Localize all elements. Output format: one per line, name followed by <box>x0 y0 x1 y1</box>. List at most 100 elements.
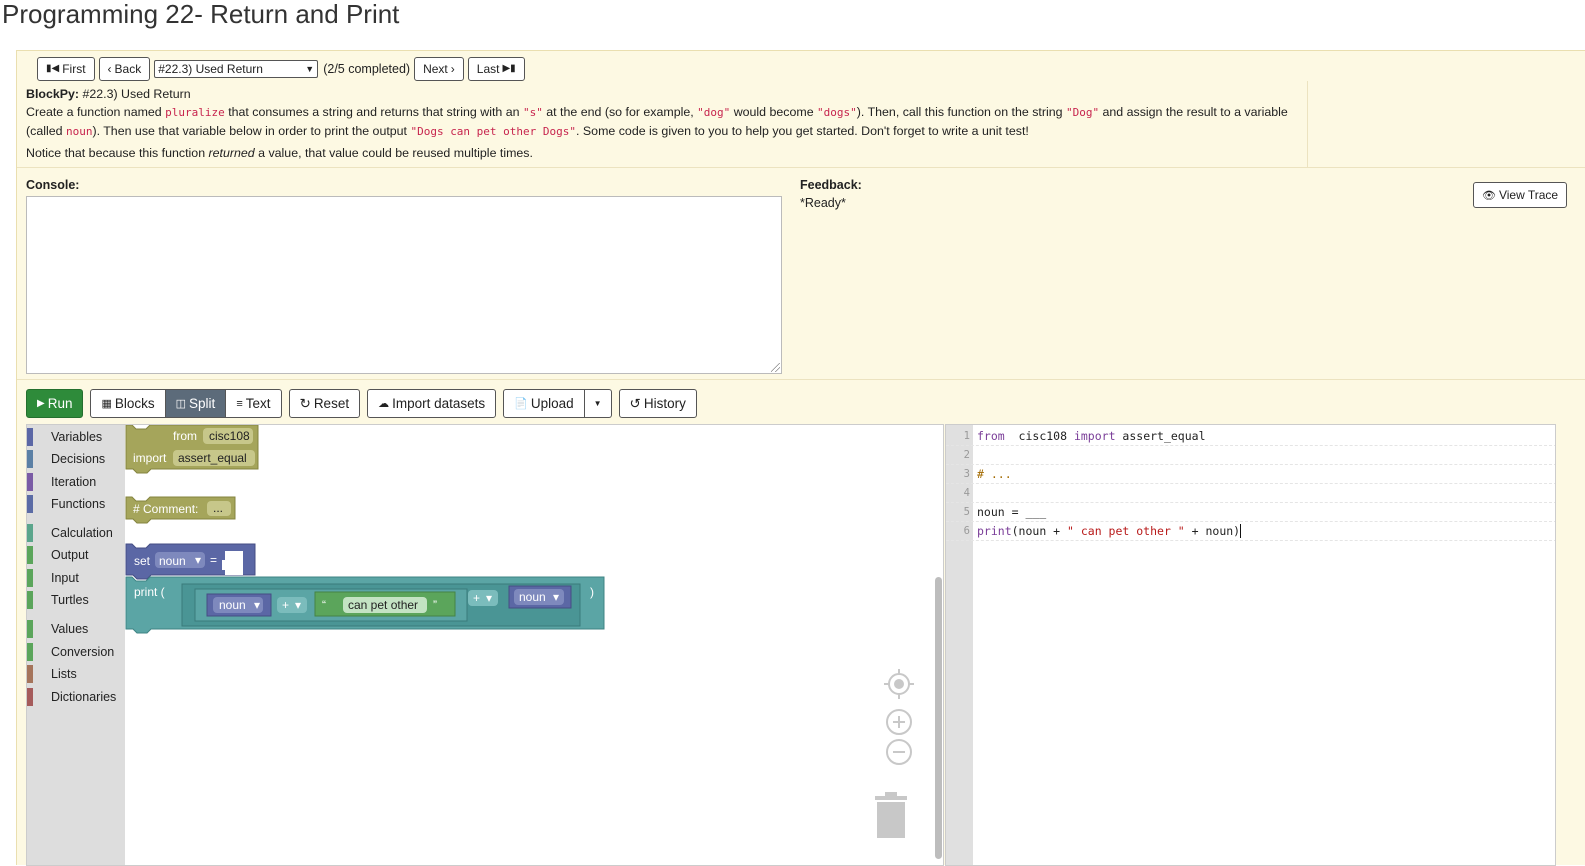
zoom-in-icon[interactable] <box>886 709 912 735</box>
category-color-swatch <box>27 643 33 661</box>
history-button[interactable]: ↺ History <box>618 389 697 418</box>
block-toolbox: Variables Decisions Iteration Functions Calc… <box>27 425 125 865</box>
back-button[interactable]: ‹ Back <box>98 56 151 81</box>
toolbox-category-input[interactable]: Input <box>27 569 125 587</box>
code-editor[interactable]: 1 from cisc108 import assert_equal 2 3 # ...… <box>945 424 1556 866</box>
page-title: Programming 22- Return and Print <box>2 0 400 29</box>
code-line[interactable]: 3 # ... <box>946 465 1555 484</box>
chevron-right-icon: › <box>450 61 455 76</box>
code-line[interactable]: 4 <box>946 484 1555 503</box>
toolbox-category-lists[interactable]: Lists <box>27 665 125 683</box>
import-block[interactable]: from cisc108 import assert_equal <box>125 425 259 474</box>
feedback-label: Feedback: <box>800 178 862 192</box>
print-block[interactable]: print ( ) noun ▾ + ▾ “ can pet other ” +… <box>125 576 605 634</box>
toolbox-category-label: Dictionaries <box>51 690 117 704</box>
text-mode-button[interactable]: ≡ Text <box>226 389 282 418</box>
code-text: print(noun + " can pet other " + noun) <box>970 523 1242 539</box>
toolbox-category-decisions[interactable]: Decisions <box>27 450 125 468</box>
set-block[interactable]: set noun ▾ = <box>125 543 256 580</box>
run-button[interactable]: ▶ Run <box>26 389 84 418</box>
blocks-mode-button[interactable]: ▦ Blocks <box>90 389 166 418</box>
toolbox-category-turtles[interactable]: Turtles <box>27 591 125 609</box>
blockpy-frame: ▮◀ First ‹ Back #22.3) Used Return ▼ (2/… <box>16 50 1585 866</box>
eye-icon: 👁 <box>1482 189 1496 202</box>
blocks-workspace[interactable]: Variables Decisions Iteration Functions Calc… <box>26 424 944 866</box>
set-kw-label: set <box>134 554 151 568</box>
plus-operator-label: + <box>473 591 480 605</box>
toolbox-category-dictionaries[interactable]: Dictionaries <box>27 688 125 706</box>
code-line[interactable]: 6 print(noun + " can pet other " + noun) <box>946 522 1555 541</box>
divider <box>1307 81 1308 167</box>
toolbox-category-functions[interactable]: Functions <box>27 495 125 513</box>
toolbox-category-label: Decisions <box>51 452 106 466</box>
noun-variable-name: noun <box>519 590 546 604</box>
instructions: BlockPy: #22.3) Used Return Create a fun… <box>26 85 1306 162</box>
code-token: + noun) <box>1184 523 1241 538</box>
upload-group: 📄 Upload ▼ <box>503 389 612 418</box>
zoom-out-icon[interactable] <box>886 739 912 765</box>
file-icon: 📄 <box>514 398 528 410</box>
print-kw-label: print ( <box>134 585 165 599</box>
category-color-swatch <box>27 428 33 446</box>
reset-button[interactable]: ↻ Reset <box>288 389 361 418</box>
code-line[interactable]: 5 noun = ___ <box>946 503 1555 522</box>
code-token: " can pet other " <box>1067 523 1185 538</box>
trash-icon[interactable] <box>875 792 907 838</box>
open-quote-icon: “ <box>322 598 326 612</box>
toolbox-category-label: Values <box>51 622 89 636</box>
category-color-swatch <box>27 450 33 468</box>
console-output[interactable] <box>26 196 782 374</box>
code-text: from cisc108 import assert_equal <box>970 429 1206 443</box>
view-trace-button[interactable]: 👁 View Trace <box>1473 182 1568 208</box>
category-color-swatch <box>27 524 33 542</box>
noun-variable-name: noun <box>219 598 246 612</box>
code-line[interactable]: 2 <box>946 446 1555 465</box>
line-number: 4 <box>963 487 970 499</box>
divider <box>17 167 1585 168</box>
import-datasets-button[interactable]: ☁ Import datasets <box>367 389 497 418</box>
next-button[interactable]: Next › <box>414 56 464 81</box>
toolbox-category-label: Output <box>51 548 89 562</box>
upload-dropdown-button[interactable]: ▼ <box>584 389 612 418</box>
chevron-down-icon: ▾ <box>486 591 492 605</box>
toolbox-category-conversion[interactable]: Conversion <box>27 643 125 661</box>
split-mode-button[interactable]: ◫ Split <box>165 389 227 418</box>
split-icon: ◫ <box>175 398 187 410</box>
toolbox-category-label: Calculation <box>51 526 113 540</box>
upload-button[interactable]: 📄 Upload <box>503 389 585 418</box>
import-kw-label: import <box>133 451 167 465</box>
close-quote-icon: ” <box>433 598 437 612</box>
chevron-down-icon: ▾ <box>553 590 559 604</box>
empty-value-socket[interactable] <box>222 551 243 575</box>
blocks-canvas[interactable]: from cisc108 import assert_equal # Comme… <box>125 425 944 866</box>
instructions-body: Create a function named pluralize that c… <box>26 105 1288 138</box>
comment-block[interactable]: # Comment: ... <box>125 496 236 524</box>
chevron-down-icon: ▾ <box>295 598 301 612</box>
code-token: # ... <box>977 467 1012 481</box>
resize-grip-icon[interactable] <box>771 363 780 372</box>
code-line[interactable]: 1 from cisc108 import assert_equal <box>946 427 1555 446</box>
code-text: # ... <box>970 467 1012 481</box>
last-button[interactable]: Last ▶▮ <box>467 56 525 81</box>
toolbox-category-values[interactable]: Values <box>27 620 125 638</box>
blocks-icon: ▦ <box>101 398 112 410</box>
first-button[interactable]: ▮◀ First <box>37 56 95 81</box>
set-equals-label: = <box>210 553 217 567</box>
code-token: assert_equal <box>1115 429 1206 443</box>
blocks-svg[interactable]: from cisc108 import assert_equal # Comme… <box>125 425 944 866</box>
toolbox-category-variables[interactable]: Variables <box>27 428 125 446</box>
toolbox-category-label: Input <box>51 571 79 585</box>
divider <box>17 379 1585 380</box>
assignment-select[interactable]: #22.3) Used Return ▼ <box>154 59 319 78</box>
code-token: print <box>977 523 1012 538</box>
editor-toolbar: ▶ Run ▦ Blocks ◫ Split ≡ Text ↻ Reset ☁ … <box>26 389 697 418</box>
workspace-scrollbar[interactable] <box>935 577 942 859</box>
category-color-swatch <box>27 665 33 683</box>
feedback-status: *Ready* <box>800 196 846 210</box>
instructions-note: Notice that because this function return… <box>26 146 533 160</box>
recenter-icon[interactable] <box>884 669 914 699</box>
toolbox-category-iteration[interactable]: Iteration <box>27 473 125 491</box>
toolbox-category-calculation[interactable]: Calculation <box>27 524 125 542</box>
toolbox-category-output[interactable]: Output <box>27 546 125 564</box>
module-name: cisc108 <box>209 429 250 443</box>
